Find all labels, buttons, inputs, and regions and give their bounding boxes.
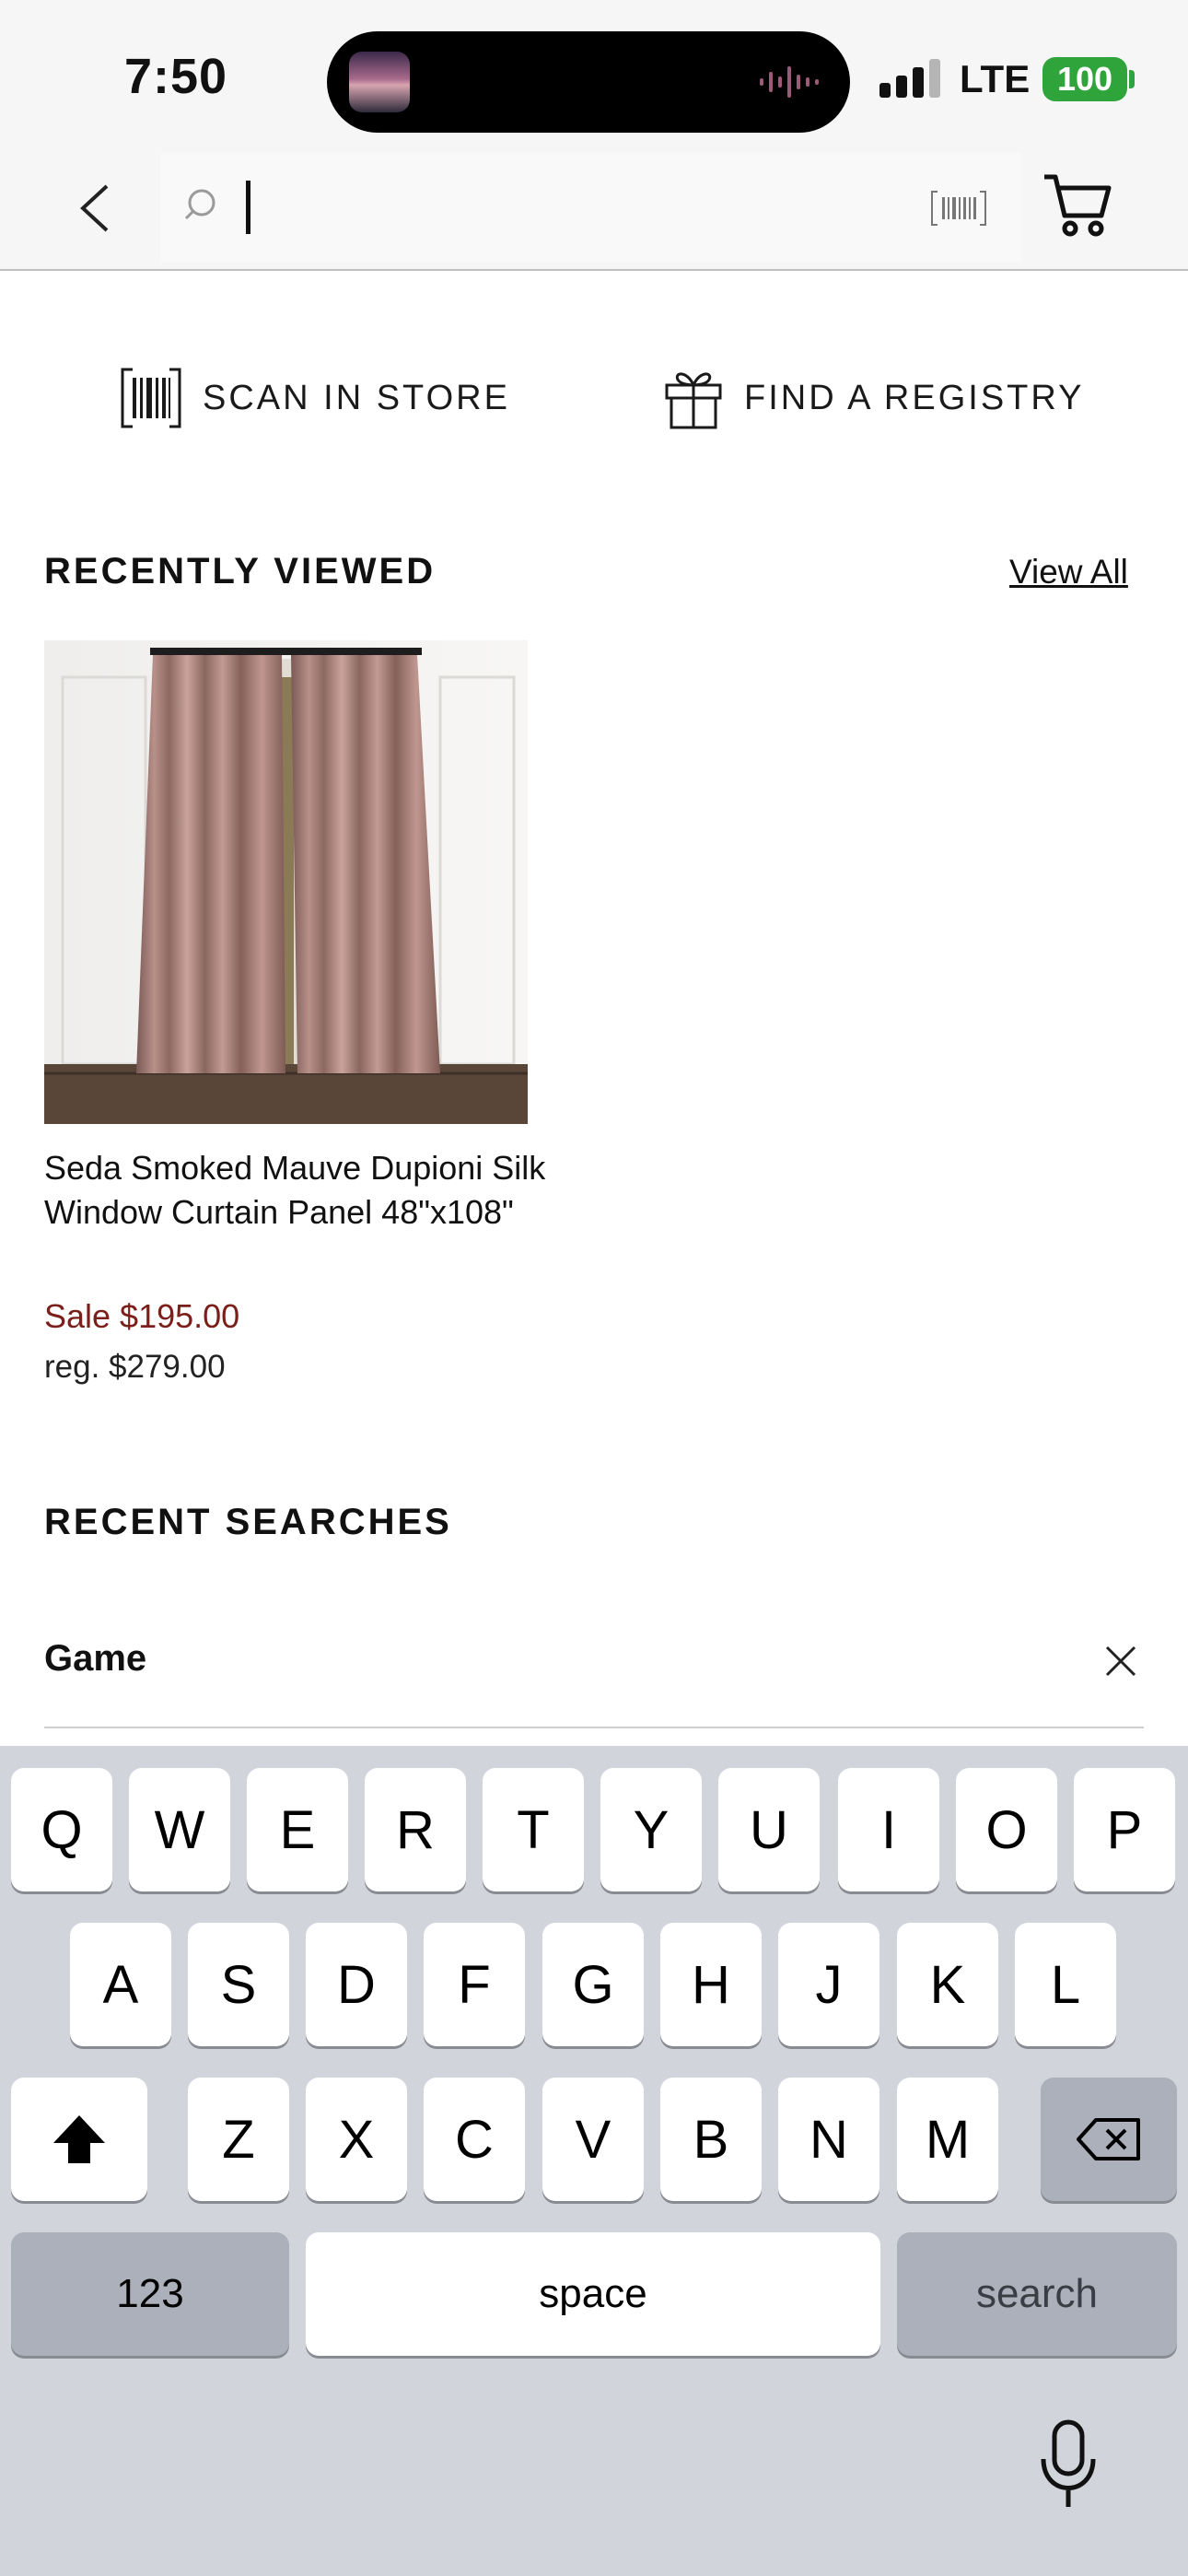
recently-viewed-title: RECENTLY VIEWED (44, 551, 437, 591)
search-key[interactable]: search (897, 2232, 1177, 2356)
key-p[interactable]: P (1074, 1768, 1175, 1891)
audio-waveform-icon (760, 66, 819, 98)
cellular-signal-icon (879, 59, 940, 98)
space-key[interactable]: space (306, 2232, 880, 2356)
key-z[interactable]: Z (188, 2078, 289, 2201)
gift-icon (665, 372, 722, 429)
find-registry-button[interactable]: FIND A REGISTRY (663, 367, 1084, 429)
barcode-icon[interactable] (930, 190, 987, 227)
key-a[interactable]: A (70, 1923, 171, 2046)
key-d[interactable]: D (306, 1923, 407, 2046)
product-image[interactable] (44, 640, 528, 1124)
view-all-link[interactable]: View All (1009, 553, 1128, 591)
search-icon (184, 189, 215, 220)
dynamic-island[interactable] (327, 31, 850, 133)
status-bar: 7:50 LTE 100 (0, 0, 1188, 147)
key-m[interactable]: M (897, 2078, 998, 2201)
key-x[interactable]: X (306, 2078, 407, 2201)
key-j[interactable]: J (778, 1923, 879, 2046)
curtain-photo (44, 640, 528, 1124)
network-type: LTE (960, 57, 1031, 100)
search-bar[interactable] (161, 153, 1022, 262)
key-b[interactable]: B (660, 2078, 762, 2201)
key-e[interactable]: E (247, 1768, 348, 1891)
recent-search-item[interactable]: Game (44, 1622, 1144, 1728)
key-v[interactable]: V (542, 2078, 644, 2201)
key-u[interactable]: U (718, 1768, 820, 1891)
cart-icon[interactable] (1041, 168, 1114, 241)
search-header (0, 147, 1188, 271)
backspace-icon (1077, 2118, 1140, 2160)
close-icon[interactable] (1098, 1638, 1144, 1684)
scan-in-store-button[interactable]: SCAN IN STORE (120, 367, 510, 429)
key-w[interactable]: W (129, 1768, 230, 1891)
barcode-icon (121, 368, 181, 428)
now-playing-artwork (349, 52, 410, 112)
microphone-icon[interactable] (1036, 2418, 1101, 2511)
search-input[interactable] (253, 181, 898, 234)
regular-price: reg. $279.00 (44, 1349, 226, 1385)
shift-icon (53, 2115, 105, 2163)
battery-tip (1129, 70, 1135, 88)
keyboard: Q W E R T Y U I O P A S D F G H J K L Z … (0, 1746, 1188, 2576)
chevron-left-icon (80, 184, 109, 232)
key-o[interactable]: O (956, 1768, 1057, 1891)
back-button[interactable] (57, 166, 131, 251)
key-r[interactable]: R (365, 1768, 466, 1891)
key-g[interactable]: G (542, 1923, 644, 2046)
key-q[interactable]: Q (11, 1768, 112, 1891)
battery-indicator: 100 (1042, 57, 1127, 101)
recent-search-label[interactable]: Game (44, 1638, 146, 1680)
key-k[interactable]: K (897, 1923, 998, 2046)
sale-price: Sale $195.00 (44, 1297, 240, 1335)
key-h[interactable]: H (660, 1923, 762, 2046)
find-registry-label: FIND A REGISTRY (744, 378, 1085, 417)
key-s[interactable]: S (188, 1923, 289, 2046)
text-cursor (246, 181, 250, 234)
key-i[interactable]: I (838, 1768, 939, 1891)
backspace-key[interactable] (1041, 2078, 1177, 2201)
key-y[interactable]: Y (600, 1768, 702, 1891)
key-f[interactable]: F (424, 1923, 525, 2046)
scan-in-store-label: SCAN IN STORE (203, 378, 510, 417)
key-t[interactable]: T (483, 1768, 584, 1891)
numbers-key[interactable]: 123 (11, 2232, 289, 2356)
product-name[interactable]: Seda Smoked Mauve Dupioni Silk Window Cu… (44, 1146, 560, 1235)
status-time: 7:50 (124, 49, 228, 104)
key-n[interactable]: N (778, 2078, 879, 2201)
recent-searches-title: RECENT SEARCHES (44, 1502, 452, 1542)
key-c[interactable]: C (424, 2078, 525, 2201)
shift-key[interactable] (11, 2078, 147, 2201)
key-l[interactable]: L (1015, 1923, 1116, 2046)
